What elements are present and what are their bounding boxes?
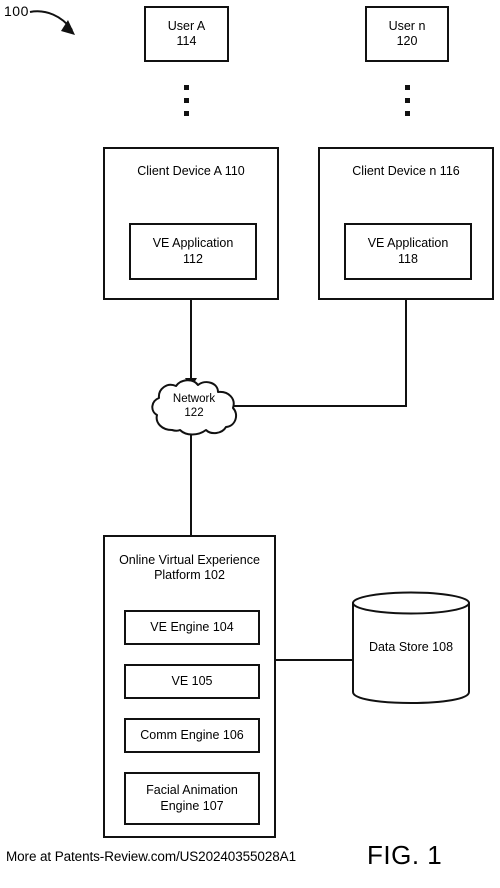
online-virtual-experience-platform-box: Online Virtual Experience Platform 102 V… <box>103 535 276 838</box>
client-device-a-title: Client Device A 110 <box>137 164 245 178</box>
user-n-label: User n 120 <box>388 18 426 48</box>
comm-engine-box: Comm Engine 106 <box>124 718 260 753</box>
user-n-box: User n 120 <box>365 6 449 62</box>
network-label: Network 122 <box>172 393 216 420</box>
data-store-label: Data Store 108 <box>368 640 454 654</box>
ve-engine-box: VE Engine 104 <box>124 610 260 645</box>
ve-application-a-label: VE Application 112 <box>152 236 234 266</box>
client-device-a-box: Client Device A 110 VE Application 112 <box>103 147 279 300</box>
patent-figure-diagram: 100 User A 114 User n 120 Client Device … <box>0 0 500 888</box>
ve-box: VE 105 <box>124 664 260 699</box>
reference-numeral-100: 100 <box>4 3 29 19</box>
ve-application-n-label: VE Application 118 <box>367 236 449 266</box>
ve-application-n-box: VE Application 118 <box>344 223 472 280</box>
ve-application-a-box: VE Application 112 <box>129 223 257 280</box>
user-a-label: User A 114 <box>167 18 206 48</box>
connector-network-to-platform <box>190 432 192 536</box>
client-device-n-box: Client Device n 116 VE Application 118 <box>318 147 494 300</box>
footer-credit-text: More at Patents-Review.com/US20240355028… <box>6 849 296 864</box>
vertical-ellipsis-icon-a <box>181 85 191 116</box>
connector-client-n-to-network <box>234 405 407 407</box>
vertical-ellipsis-icon-n <box>402 85 412 116</box>
platform-title: Online Virtual Experience Platform 102 <box>119 553 260 583</box>
facial-animation-engine-box: Facial Animation Engine 107 <box>124 772 260 825</box>
client-device-n-title: Client Device n 116 <box>352 164 460 178</box>
connector-client-a-to-network <box>190 300 192 384</box>
connector-platform-to-data-store <box>275 659 353 661</box>
reference-leader-arrow-icon <box>29 10 75 35</box>
connector-client-n-vertical <box>405 300 407 406</box>
figure-caption: FIG. 1 <box>367 840 443 870</box>
user-a-box: User A 114 <box>144 6 229 62</box>
